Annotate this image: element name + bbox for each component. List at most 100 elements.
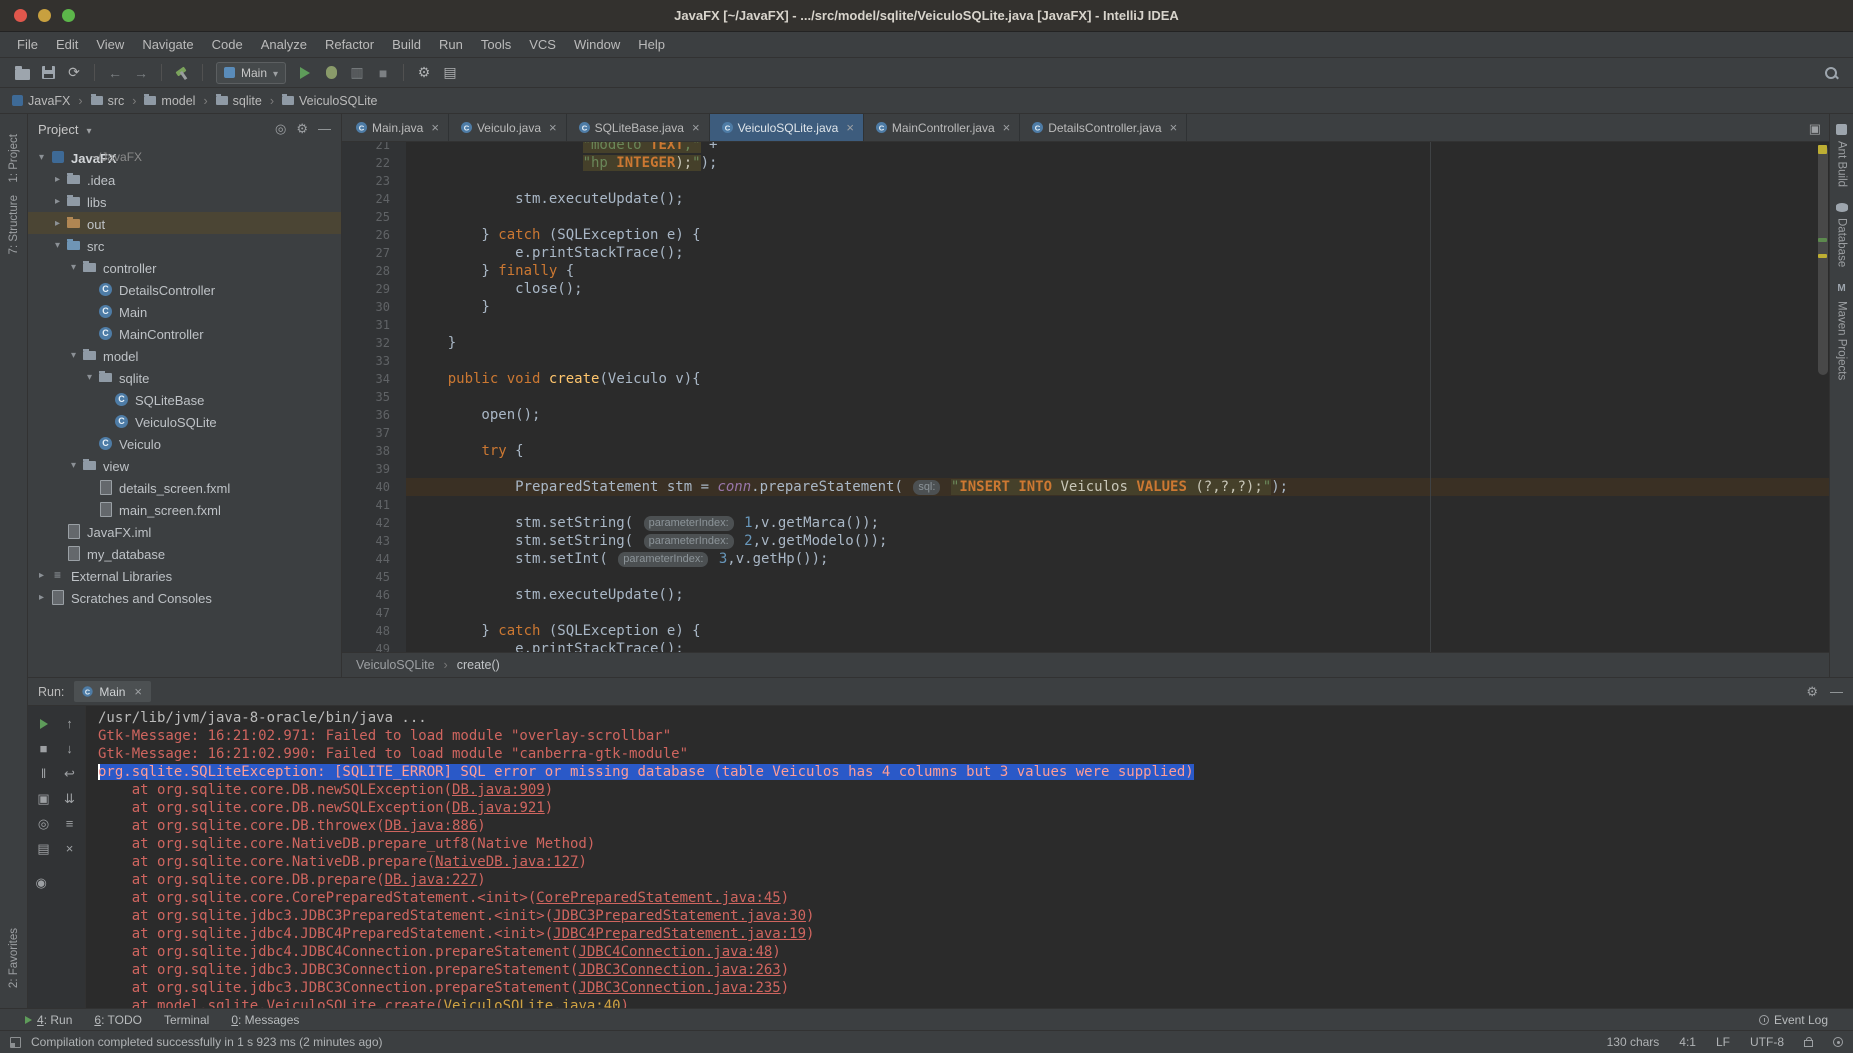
- code-line-37[interactable]: 37: [342, 424, 1829, 442]
- inspections-indicator-icon[interactable]: [1833, 1037, 1843, 1047]
- menu-run[interactable]: Run: [430, 32, 472, 58]
- breadcrumb-model[interactable]: model: [144, 94, 215, 108]
- close-tab-icon[interactable]: [846, 120, 854, 135]
- code-line-26[interactable]: 26 } catch (SQLException e) {: [342, 226, 1829, 244]
- run-settings-gear-icon[interactable]: ⚙: [1806, 684, 1818, 700]
- editor-tab-options-icon[interactable]: ▣: [1809, 121, 1821, 137]
- code-line-31[interactable]: 31: [342, 316, 1829, 334]
- lock-icon[interactable]: [1804, 1040, 1813, 1047]
- code-line-46[interactable]: 46 stm.executeUpdate();: [342, 586, 1829, 604]
- tree-toggle-icon[interactable]: ▾: [66, 460, 81, 471]
- close-tab-icon[interactable]: [134, 684, 142, 699]
- save-all-button[interactable]: [36, 62, 60, 84]
- menu-build[interactable]: Build: [383, 32, 430, 58]
- tree-toggle-icon[interactable]: ▸: [50, 196, 65, 207]
- locate-file-button[interactable]: ◎: [275, 121, 286, 137]
- menu-refactor[interactable]: Refactor: [316, 32, 383, 58]
- export-button[interactable]: ▤: [31, 836, 57, 861]
- project-item-my-database[interactable]: my_database: [28, 542, 341, 564]
- project-item-main[interactable]: Main: [28, 300, 341, 322]
- stacktrace-link[interactable]: NativeDB.java:127: [435, 854, 578, 870]
- tree-toggle-icon[interactable]: ▾: [34, 152, 49, 163]
- tree-toggle-icon[interactable]: ▾: [66, 350, 81, 361]
- run-tab-main[interactable]: Main: [74, 681, 151, 702]
- project-item-javafx[interactable]: ▾JavaFX~/JavaFX: [28, 146, 341, 168]
- code-line-42[interactable]: 42 stm.setString( parameterIndex: 1,v.ge…: [342, 514, 1829, 532]
- project-item-sqlitebase[interactable]: SQLiteBase: [28, 388, 341, 410]
- print-button[interactable]: ≡: [57, 811, 83, 836]
- project-settings-button[interactable]: ⚙: [296, 121, 308, 137]
- toolwindow-button-7-structure[interactable]: 7: Structure: [8, 195, 20, 254]
- menu-tools[interactable]: Tools: [472, 32, 520, 58]
- stacktrace-link[interactable]: DB.java:886: [385, 818, 478, 834]
- hide-panel-button[interactable]: —: [318, 121, 331, 137]
- project-item-src[interactable]: ▾src: [28, 234, 341, 256]
- debug-button[interactable]: [319, 62, 343, 84]
- stacktrace-link[interactable]: JDBC3PreparedStatement.java:30: [553, 908, 806, 924]
- stacktrace-link[interactable]: JDBC3Connection.java:235: [578, 980, 780, 996]
- toolwindow-switcher-icon[interactable]: [10, 1037, 21, 1048]
- up-stack-trace-button[interactable]: ↑: [57, 711, 83, 736]
- status-130-chars[interactable]: 130 chars: [1607, 1035, 1660, 1049]
- editor-tab-detailscontroller-java[interactable]: DetailsController.java: [1020, 114, 1187, 141]
- code-line-23[interactable]: 23: [342, 172, 1829, 190]
- code-line-28[interactable]: 28 } finally {: [342, 262, 1829, 280]
- close-tab-icon[interactable]: [1003, 120, 1011, 135]
- hide-run-panel-button[interactable]: —: [1830, 684, 1843, 700]
- synchronize-button[interactable]: ⟳: [62, 62, 86, 84]
- toolwindow-button-maven-projects[interactable]: Maven Projects: [1836, 283, 1848, 380]
- open-button[interactable]: [10, 62, 34, 84]
- editor-tab-maincontroller-java[interactable]: MainController.java: [864, 114, 1020, 141]
- rerun-button[interactable]: [31, 711, 57, 736]
- close-tab-icon[interactable]: [1170, 120, 1178, 135]
- toolwindow-button-1-project[interactable]: 1: Project: [8, 134, 20, 183]
- down-stack-trace-button[interactable]: ↓: [57, 736, 83, 761]
- breadcrumb-veiculosqlite[interactable]: VeiculoSQLite: [282, 94, 378, 108]
- code-editor[interactable]: 21 "modelo TEXT," +22 "hp INTEGER);");23…: [342, 142, 1829, 652]
- forward-button[interactable]: →: [129, 62, 153, 84]
- toolwindow-button-6-todo[interactable]: 6: TODO: [83, 1009, 153, 1030]
- pin-tab-button[interactable]: ◉: [31, 879, 47, 886]
- code-line-45[interactable]: 45: [342, 568, 1829, 586]
- code-line-43[interactable]: 43 stm.setString( parameterIndex: 2,v.ge…: [342, 532, 1829, 550]
- breadcrumb-veiculosqlite[interactable]: VeiculoSQLite: [356, 658, 435, 672]
- breadcrumb-src[interactable]: src: [91, 94, 145, 108]
- stop-button[interactable]: ■: [31, 736, 57, 761]
- toolwindow-button-database[interactable]: Database: [1836, 203, 1848, 267]
- scroll-to-end-button[interactable]: ⇊: [57, 786, 83, 811]
- menu-navigate[interactable]: Navigate: [133, 32, 202, 58]
- code-line-30[interactable]: 30 }: [342, 298, 1829, 316]
- close-tab-icon[interactable]: [549, 120, 557, 135]
- project-item-model[interactable]: ▾model: [28, 344, 341, 366]
- stacktrace-link[interactable]: DB.java:921: [452, 800, 545, 816]
- code-line-49[interactable]: 49 e.printStackTrace();: [342, 640, 1829, 652]
- code-line-36[interactable]: 36 open();: [342, 406, 1829, 424]
- pause-output-button[interactable]: ‖: [31, 761, 57, 786]
- build-project-button[interactable]: [170, 62, 194, 84]
- run-button[interactable]: [293, 62, 317, 84]
- code-line-34[interactable]: 34 public void create(Veiculo v){: [342, 370, 1829, 388]
- code-line-27[interactable]: 27 e.printStackTrace();: [342, 244, 1829, 262]
- breadcrumb-create[interactable]: create(): [435, 658, 500, 672]
- close-tab-icon[interactable]: [692, 120, 700, 135]
- stacktrace-link[interactable]: VeiculoSQLite.java:40: [444, 998, 621, 1008]
- error-stripe-mark[interactable]: [1818, 145, 1827, 154]
- tree-toggle-icon[interactable]: ▸: [50, 174, 65, 185]
- project-item-libs[interactable]: ▸libs: [28, 190, 341, 212]
- tree-toggle-icon[interactable]: ▸: [50, 218, 65, 229]
- back-button[interactable]: ←: [103, 62, 127, 84]
- run-configuration-select[interactable]: Main: [216, 62, 286, 84]
- restore-layout-button[interactable]: ▣: [31, 786, 57, 811]
- menu-code[interactable]: Code: [203, 32, 252, 58]
- code-line-41[interactable]: 41: [342, 496, 1829, 514]
- settings-button[interactable]: ⚙: [412, 62, 436, 84]
- toolwindow-button-2-favorites[interactable]: 2: Favorites: [8, 928, 20, 988]
- code-line-32[interactable]: 32 }: [342, 334, 1829, 352]
- status-4-1[interactable]: 4:1: [1679, 1035, 1696, 1049]
- project-item-idea[interactable]: ▸.idea: [28, 168, 341, 190]
- toolwindow-button-ant-build[interactable]: Ant Build: [1836, 124, 1848, 187]
- editor-tab-sqlitebase-java[interactable]: SQLiteBase.java: [567, 114, 710, 141]
- code-line-29[interactable]: 29 close();: [342, 280, 1829, 298]
- menu-vcs[interactable]: VCS: [520, 32, 565, 58]
- tree-toggle-icon[interactable]: ▾: [66, 262, 81, 273]
